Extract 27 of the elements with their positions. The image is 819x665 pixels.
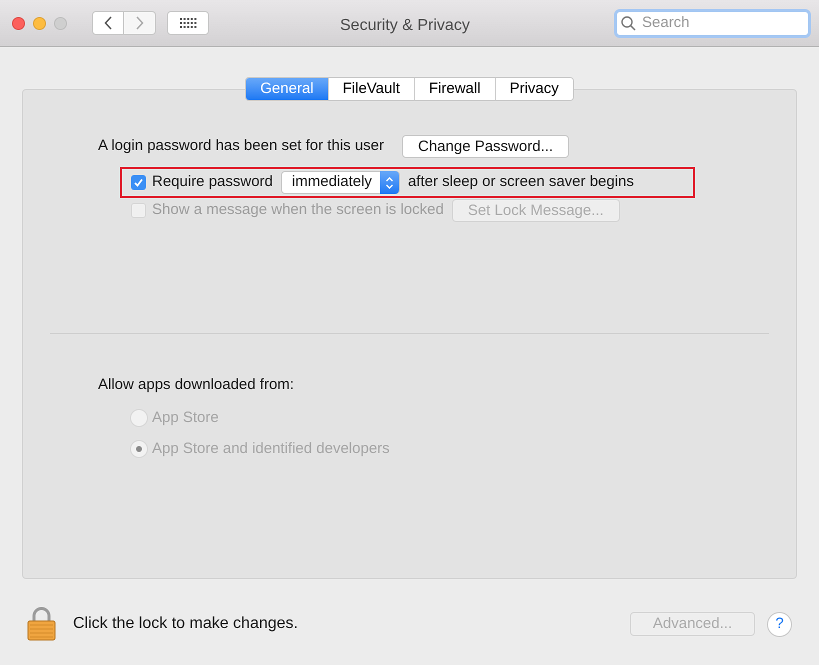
back-button[interactable]: [92, 11, 124, 35]
minimize-button[interactable]: [33, 16, 46, 30]
delay-dropdown[interactable]: immediately: [280, 171, 400, 194]
change-password-button[interactable]: Change Password...: [402, 135, 570, 158]
lock-message-label: Show a message when the screen is locked: [152, 200, 444, 220]
login-status-text: A login password has been set for this user: [98, 136, 384, 156]
close-button[interactable]: [12, 16, 25, 30]
lock-hint-text: Click the lock to make changes.: [73, 614, 298, 634]
require-password-suffix: after sleep or screen saver begins: [408, 172, 634, 192]
chevron-right-icon: [135, 16, 144, 30]
require-password-label: Require password: [152, 172, 273, 192]
show-all-button[interactable]: [167, 11, 209, 35]
window-title: Security & Privacy: [340, 16, 470, 36]
checkmark-icon: [133, 177, 144, 188]
stepper-icon: [380, 171, 399, 194]
radio-label: App Store and identified developers: [152, 439, 390, 459]
chevron-left-icon: [104, 16, 112, 30]
allow-apps-label: Allow apps downloaded from:: [98, 375, 295, 395]
search-field[interactable]: Search: [614, 8, 811, 38]
tab[interactable]: Privacy: [494, 78, 573, 100]
grid-icon: [180, 18, 196, 28]
padlock-icon[interactable]: [27, 607, 56, 641]
radio-label: App Store: [152, 408, 219, 428]
help-button[interactable]: ?: [767, 612, 792, 636]
search-input[interactable]: Search: [642, 12, 792, 34]
search-icon: [621, 16, 636, 30]
checkbox[interactable]: [131, 175, 146, 190]
